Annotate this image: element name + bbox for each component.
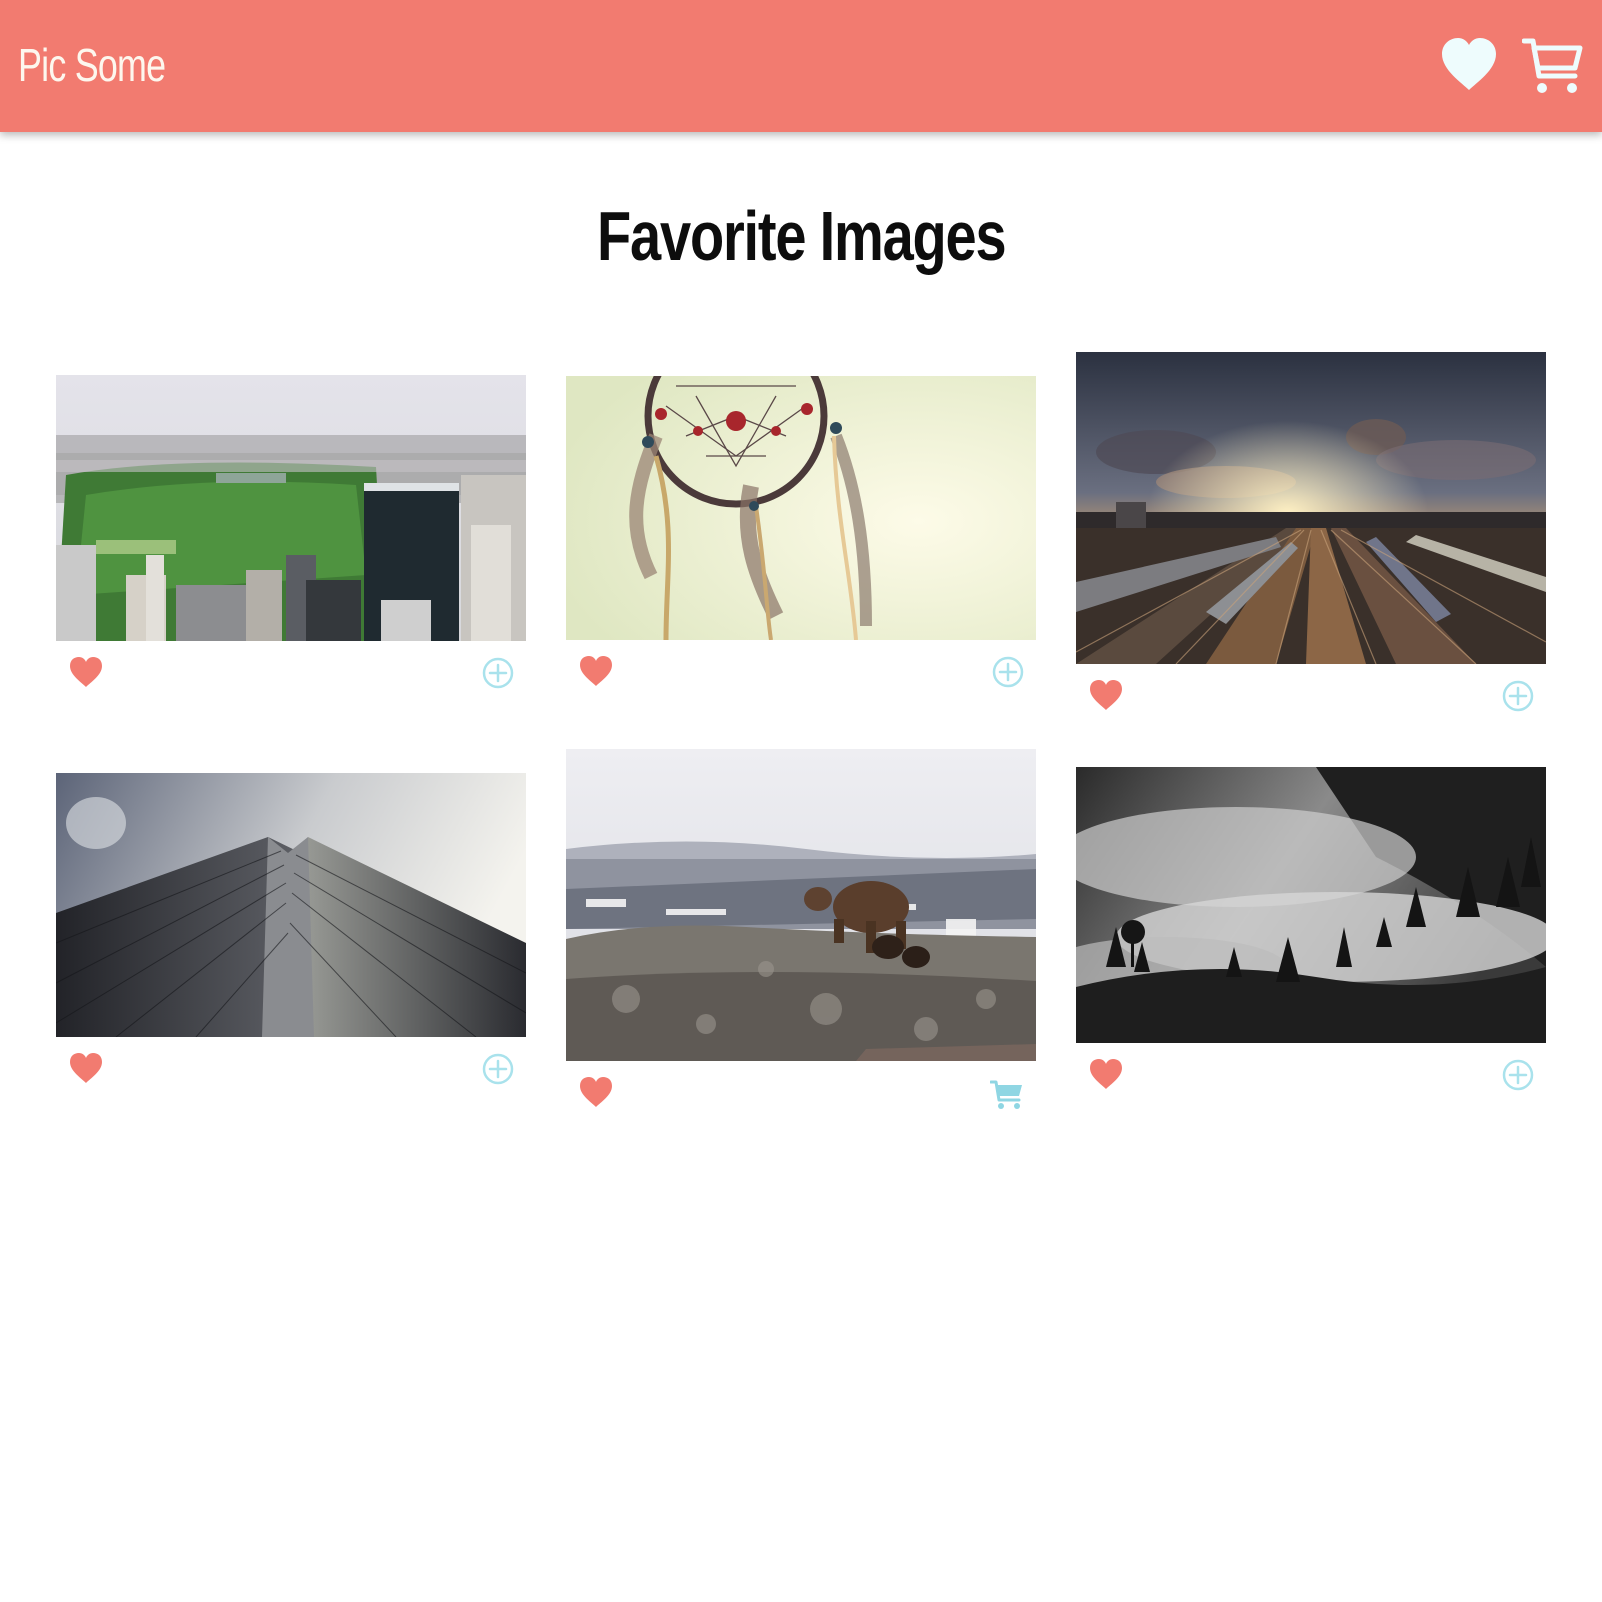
favorite-heart-icon[interactable] <box>578 654 614 688</box>
add-to-cart-plus-circle-icon[interactable] <box>992 656 1024 688</box>
image-rail-yard[interactable] <box>1076 352 1546 664</box>
cart-icon[interactable] <box>1521 36 1584 96</box>
image-card <box>566 376 1036 690</box>
favorites-heart-icon[interactable] <box>1440 36 1498 92</box>
card-actions <box>566 640 1036 690</box>
image-card <box>56 773 526 1087</box>
image-card <box>1076 352 1546 714</box>
app-logo[interactable]: Pic Some <box>18 36 166 94</box>
page-title: Favorite Images <box>0 196 1602 276</box>
add-to-cart-plus-circle-icon[interactable] <box>482 657 514 689</box>
image-skyscraper[interactable] <box>56 773 526 1037</box>
in-cart-cart-icon[interactable] <box>989 1079 1024 1111</box>
card-actions <box>1076 664 1546 714</box>
card-actions <box>56 1037 526 1087</box>
add-to-cart-plus-circle-icon[interactable] <box>1502 1059 1534 1091</box>
favorite-heart-icon[interactable] <box>68 1051 104 1085</box>
card-actions <box>1076 1043 1546 1093</box>
favorite-heart-icon[interactable] <box>1088 678 1124 712</box>
image-dreamcatcher[interactable] <box>566 376 1036 640</box>
add-to-cart-plus-circle-icon[interactable] <box>482 1053 514 1085</box>
image-card <box>56 375 526 691</box>
image-card <box>566 749 1036 1111</box>
image-city-park[interactable] <box>56 375 526 641</box>
favorite-heart-icon[interactable] <box>68 655 104 689</box>
favorite-heart-icon[interactable] <box>1088 1057 1124 1091</box>
image-card <box>1076 767 1546 1093</box>
page-title-text: Favorite Images <box>596 197 1007 275</box>
card-actions <box>56 641 526 691</box>
card-actions <box>566 1061 1036 1111</box>
add-to-cart-plus-circle-icon[interactable] <box>1502 680 1534 712</box>
image-misty-forest[interactable] <box>1076 767 1546 1043</box>
favorite-heart-icon[interactable] <box>578 1075 614 1109</box>
image-bear[interactable] <box>566 749 1036 1061</box>
navbar: Pic Some <box>0 0 1602 132</box>
